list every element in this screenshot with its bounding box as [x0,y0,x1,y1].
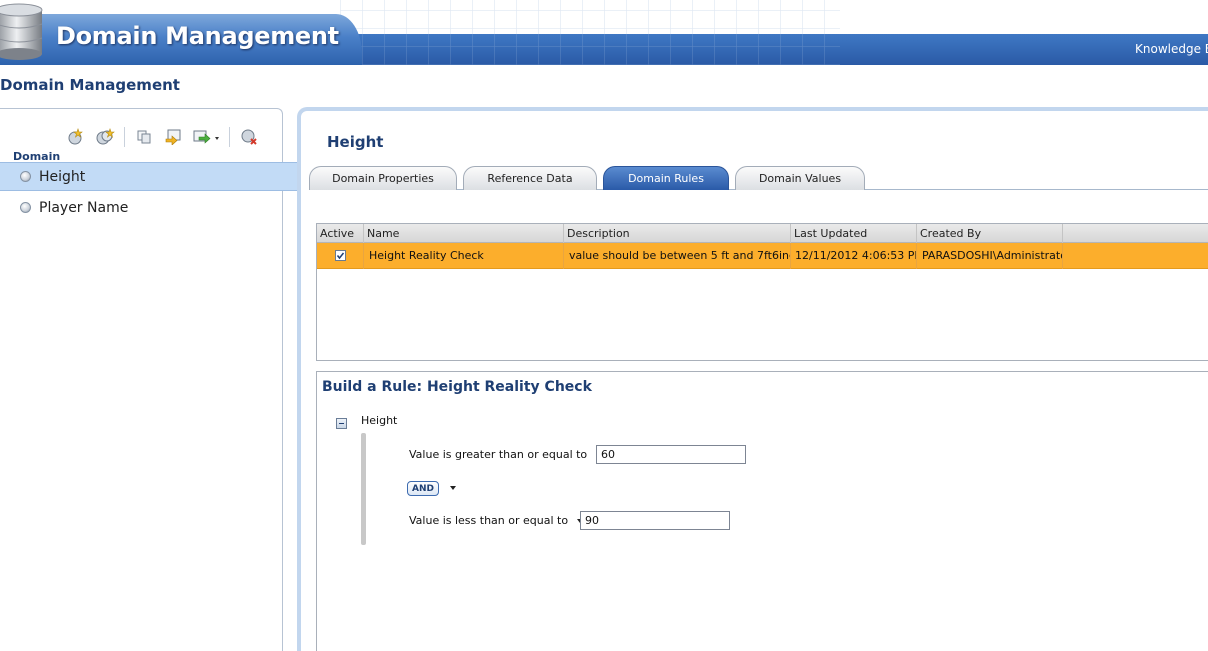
domain-item-height[interactable]: Height [0,162,299,191]
domain-toolbar [60,126,264,148]
app-banner: Domain Management Knowledge B [0,0,1208,65]
condition-operator-label: Value is less than or equal to [409,514,569,527]
knowledge-base-link[interactable]: Knowledge B [1135,42,1208,56]
column-header-last-updated[interactable]: Last Updated [791,224,917,243]
active-cell [317,243,364,269]
domain-tabs: Domain Properties Reference Data Domain … [309,166,1208,190]
import-values-icon [165,129,181,145]
active-checkbox[interactable] [335,250,346,261]
domain-item-player-name[interactable]: Player Name [0,193,282,222]
check-icon [336,252,345,260]
tab-label: Domain Rules [628,172,704,185]
column-header-description[interactable]: Description [564,224,791,243]
delete-domain-icon [241,129,257,145]
database-icon [0,3,43,60]
last-updated-cell: 12/11/2012 4:06:53 PM [791,243,917,269]
condition-value-input[interactable] [580,511,730,530]
toolbar-separator [124,127,125,147]
page-title: Domain Management [0,76,180,94]
column-header-name[interactable]: Name [364,224,564,243]
collapse-node-button[interactable] [336,418,347,429]
domain-bullet-icon [20,202,31,213]
table-row[interactable]: Height Reality Check value should be bet… [317,243,1208,269]
import-domain-icon [96,128,115,145]
export-button[interactable] [189,126,225,148]
column-header-active[interactable]: Active [317,224,364,243]
copy-domain-button[interactable] [129,126,159,148]
rule-builder-title: Build a Rule: Height Reality Check [322,379,592,395]
tab-label: Reference Data [487,172,573,185]
create-domain-button[interactable] [60,126,90,148]
delete-domain-button[interactable] [234,126,264,148]
import-domain-button[interactable] [90,126,120,148]
domain-item-label: Height [39,168,86,185]
condition-operator-dropdown[interactable]: Value is greater than or equal to [409,448,603,461]
tab-reference-data[interactable]: Reference Data [463,166,597,190]
domain-detail-panel: Height Domain Properties Reference Data … [297,107,1208,651]
condition-value-input[interactable] [596,445,746,464]
export-icon [193,130,219,144]
domain-bullet-icon [20,171,31,182]
create-domain-icon [68,128,83,145]
rules-grid-header: Active Name Description Last Updated Cre… [317,224,1208,243]
tab-domain-rules[interactable]: Domain Rules [603,166,729,190]
column-header-created-by[interactable]: Created By [917,224,1063,243]
rule-tree-line [361,433,366,545]
tab-domain-properties[interactable]: Domain Properties [309,166,457,190]
copy-icon [137,130,151,144]
banner-title: Domain Management [56,22,339,50]
import-values-button[interactable] [159,126,189,148]
condition-operator-label: Value is greater than or equal to [409,448,588,461]
chevron-down-icon[interactable] [450,486,456,490]
rule-description-cell: value should be between 5 ft and 7ft6inc… [564,243,791,269]
tab-label: Domain Properties [332,172,434,185]
logic-operator-button[interactable]: AND [407,481,439,496]
rule-builder: Build a Rule: Height Reality Check Heigh… [316,371,1208,651]
tab-label: Domain Values [758,172,842,185]
toolbar-separator [229,127,230,147]
domain-heading: Height [327,133,384,151]
domain-item-label: Player Name [39,199,129,216]
banner-grid-pattern [340,0,840,65]
rule-name-cell: Height Reality Check [364,243,564,269]
tab-domain-values[interactable]: Domain Values [735,166,865,190]
rule-node-label: Height [361,414,398,427]
rules-grid: Active Name Description Last Updated Cre… [316,223,1208,361]
created-by-cell: PARASDOSHI\Administrator [917,243,1063,269]
condition-operator-dropdown[interactable]: Value is less than or equal to [409,514,584,527]
